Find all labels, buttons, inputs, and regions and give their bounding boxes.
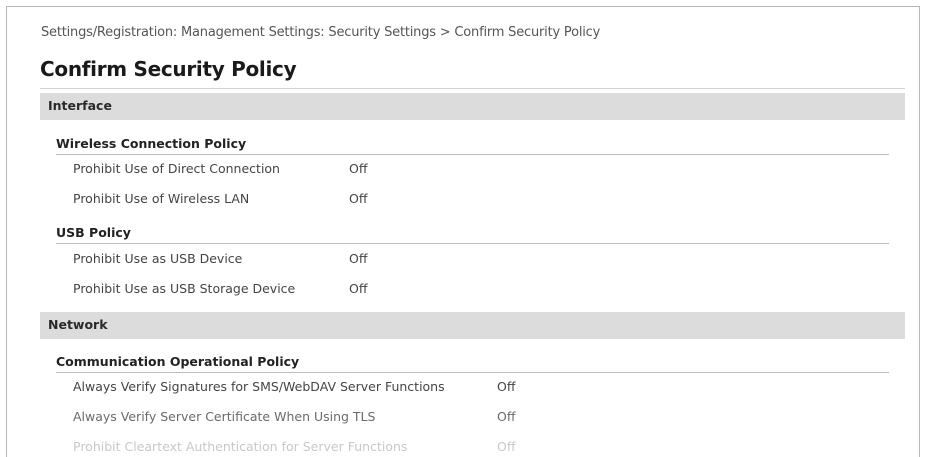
group-wireless-connection-policy: Wireless Connection Policy — [56, 133, 889, 155]
policy-value: Off — [497, 409, 516, 424]
group-usb-policy: USB Policy — [56, 222, 889, 244]
policy-value: Off — [497, 379, 516, 394]
policy-value: Off — [349, 191, 368, 206]
policy-label: Prohibit Use as USB Device — [73, 251, 243, 266]
policy-value: Off — [349, 251, 368, 266]
policy-label: Always Verify Server Certificate When Us… — [73, 409, 376, 424]
policy-value: Off — [349, 281, 368, 296]
section-network-header: Network — [40, 312, 905, 339]
group-communication-operational-policy: Communication Operational Policy — [56, 351, 889, 373]
policy-value: Off — [497, 439, 516, 454]
policy-value: Off — [349, 161, 368, 176]
group-title: Wireless Connection Policy — [56, 136, 247, 151]
group-title: USB Policy — [56, 225, 131, 240]
section-label: Interface — [48, 98, 112, 113]
breadcrumb: Settings/Registration: Management Settin… — [41, 25, 601, 40]
content-frame: Settings/Registration: Management Settin… — [6, 6, 920, 457]
policy-label: Prohibit Cleartext Authentication for Se… — [73, 439, 408, 454]
page-title: Confirm Security Policy — [40, 57, 297, 81]
section-interface-header: Interface — [40, 93, 905, 120]
title-divider — [40, 88, 905, 89]
policy-label: Prohibit Use of Direct Connection — [73, 161, 280, 176]
policy-label: Prohibit Use of Wireless LAN — [73, 191, 250, 206]
policy-label: Always Verify Signatures for SMS/WebDAV … — [73, 379, 445, 394]
group-title: Communication Operational Policy — [56, 354, 300, 369]
section-label: Network — [48, 317, 108, 332]
policy-label: Prohibit Use as USB Storage Device — [73, 281, 296, 296]
